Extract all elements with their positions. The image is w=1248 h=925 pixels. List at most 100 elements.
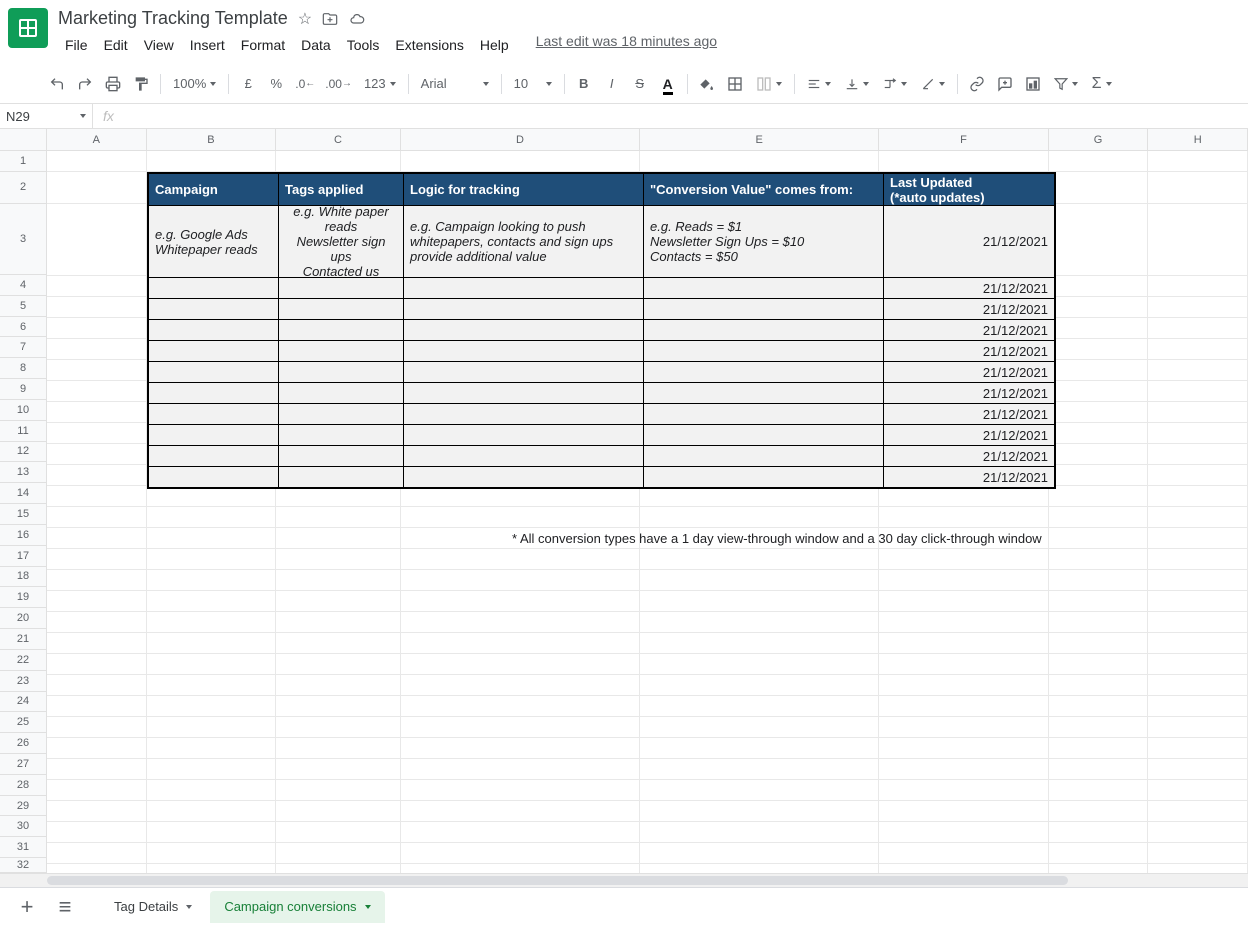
row-header-13[interactable]: 13	[0, 462, 47, 483]
row-header-8[interactable]: 8	[0, 358, 47, 379]
table-cell[interactable]	[644, 319, 884, 340]
table-cell[interactable]	[149, 424, 279, 445]
row-header-16[interactable]: 16	[0, 525, 47, 546]
row-header-14[interactable]: 14	[0, 483, 47, 504]
cloud-icon[interactable]	[348, 11, 366, 27]
table-cell[interactable]	[404, 319, 644, 340]
all-sheets-button[interactable]: ≡	[50, 892, 80, 922]
row-header-3[interactable]: 3	[0, 204, 47, 275]
more-formats-dropdown[interactable]: 123	[358, 70, 402, 98]
table-cell[interactable]: 21/12/2021	[884, 403, 1054, 424]
dec-decimal-icon[interactable]: .0←	[291, 70, 319, 98]
col-header-H[interactable]: H	[1148, 129, 1248, 150]
row-header-32[interactable]: 32	[0, 858, 47, 873]
table-cell[interactable]	[279, 382, 404, 403]
table-cell[interactable]	[644, 361, 884, 382]
halign-dropdown[interactable]	[801, 70, 837, 98]
table-cell[interactable]	[404, 445, 644, 466]
col-header-D[interactable]: D	[401, 129, 640, 150]
table-cell[interactable]	[644, 424, 884, 445]
print-icon[interactable]	[100, 70, 126, 98]
row-header-4[interactable]: 4	[0, 275, 47, 296]
row-header-1[interactable]: 1	[0, 151, 47, 172]
menu-insert[interactable]: Insert	[183, 33, 232, 57]
table-cell[interactable]	[279, 424, 404, 445]
font-dropdown[interactable]: Arial	[415, 70, 495, 98]
row-header-15[interactable]: 15	[0, 504, 47, 525]
horizontal-scrollbar[interactable]	[0, 873, 1248, 887]
table-cell[interactable]	[404, 424, 644, 445]
bold-icon[interactable]: B	[571, 70, 597, 98]
table-cell[interactable]	[279, 361, 404, 382]
table-cell[interactable]	[149, 361, 279, 382]
rotate-dropdown[interactable]	[915, 70, 951, 98]
table-cell[interactable]	[644, 382, 884, 403]
menu-help[interactable]: Help	[473, 33, 516, 57]
select-all-corner[interactable]	[0, 129, 47, 150]
undo-icon[interactable]	[44, 70, 70, 98]
row-header-21[interactable]: 21	[0, 629, 47, 650]
table-cell[interactable]	[644, 298, 884, 319]
link-icon[interactable]	[964, 70, 990, 98]
menu-extensions[interactable]: Extensions	[388, 33, 470, 57]
row-header-22[interactable]: 22	[0, 650, 47, 671]
table-cell[interactable]: 21/12/2021	[884, 340, 1054, 361]
row-header-30[interactable]: 30	[0, 816, 47, 837]
row-header-6[interactable]: 6	[0, 317, 47, 338]
table-cell[interactable]: 21/12/2021	[884, 319, 1054, 340]
table-cell[interactable]	[644, 445, 884, 466]
table-cell[interactable]	[149, 340, 279, 361]
menu-data[interactable]: Data	[294, 33, 338, 57]
col-header-E[interactable]: E	[640, 129, 879, 150]
table-cell[interactable]: 21/12/2021	[884, 361, 1054, 382]
col-header-B[interactable]: B	[147, 129, 277, 150]
table-cell[interactable]	[149, 382, 279, 403]
table-cell[interactable]	[644, 466, 884, 487]
paint-format-icon[interactable]	[128, 70, 154, 98]
wrap-dropdown[interactable]	[877, 70, 913, 98]
functions-dropdown[interactable]: Σ	[1086, 70, 1118, 98]
table-cell[interactable]: e.g. Campaign looking to push whitepaper…	[404, 205, 644, 277]
doc-title[interactable]: Marketing Tracking Template	[58, 8, 288, 29]
zoom-dropdown[interactable]: 100%	[167, 70, 222, 98]
col-header-F[interactable]: F	[879, 129, 1048, 150]
col-header-A[interactable]: A	[47, 129, 147, 150]
menu-view[interactable]: View	[137, 33, 181, 57]
menu-file[interactable]: File	[58, 33, 95, 57]
table-cell[interactable]	[644, 403, 884, 424]
comment-icon[interactable]	[992, 70, 1018, 98]
column-headers[interactable]: ABCDEFGH	[0, 129, 1248, 151]
col-header-G[interactable]: G	[1049, 129, 1149, 150]
table-cell[interactable]: 21/12/2021	[884, 298, 1054, 319]
table-cell[interactable]	[644, 277, 884, 298]
table-cell[interactable]	[404, 466, 644, 487]
text-color-icon[interactable]: A	[655, 70, 681, 98]
row-header-12[interactable]: 12	[0, 442, 47, 463]
sheet-tab[interactable]: Tag Details	[100, 891, 206, 923]
menu-tools[interactable]: Tools	[340, 33, 387, 57]
table-cell[interactable]: e.g. Reads = $1 Newsletter Sign Ups = $1…	[644, 205, 884, 277]
table-cell[interactable]	[149, 319, 279, 340]
row-header-26[interactable]: 26	[0, 733, 47, 754]
table-cell[interactable]	[149, 298, 279, 319]
table-cell[interactable]	[279, 319, 404, 340]
merge-cells-dropdown[interactable]	[750, 70, 788, 98]
table-cell[interactable]	[279, 403, 404, 424]
percent-icon[interactable]: %	[263, 70, 289, 98]
last-edit-link[interactable]: Last edit was 18 minutes ago	[536, 33, 717, 57]
table-cell[interactable]	[279, 340, 404, 361]
table-cell[interactable]: 21/12/2021	[884, 466, 1054, 487]
row-header-17[interactable]: 17	[0, 546, 47, 567]
table-cell[interactable]	[404, 298, 644, 319]
redo-icon[interactable]	[72, 70, 98, 98]
row-header-25[interactable]: 25	[0, 712, 47, 733]
row-header-10[interactable]: 10	[0, 400, 47, 421]
table-cell[interactable]	[149, 403, 279, 424]
row-header-31[interactable]: 31	[0, 837, 47, 858]
table-cell[interactable]: e.g. Google Ads Whitepaper reads	[149, 205, 279, 277]
table-cell[interactable]: e.g. White paper reads Newsletter sign u…	[279, 205, 404, 277]
strikethrough-icon[interactable]: S	[627, 70, 653, 98]
grid-cells[interactable]: CampaignTags appliedLogic for tracking"C…	[47, 151, 1248, 873]
filter-dropdown[interactable]	[1048, 70, 1084, 98]
table-cell[interactable]: 21/12/2021	[884, 382, 1054, 403]
